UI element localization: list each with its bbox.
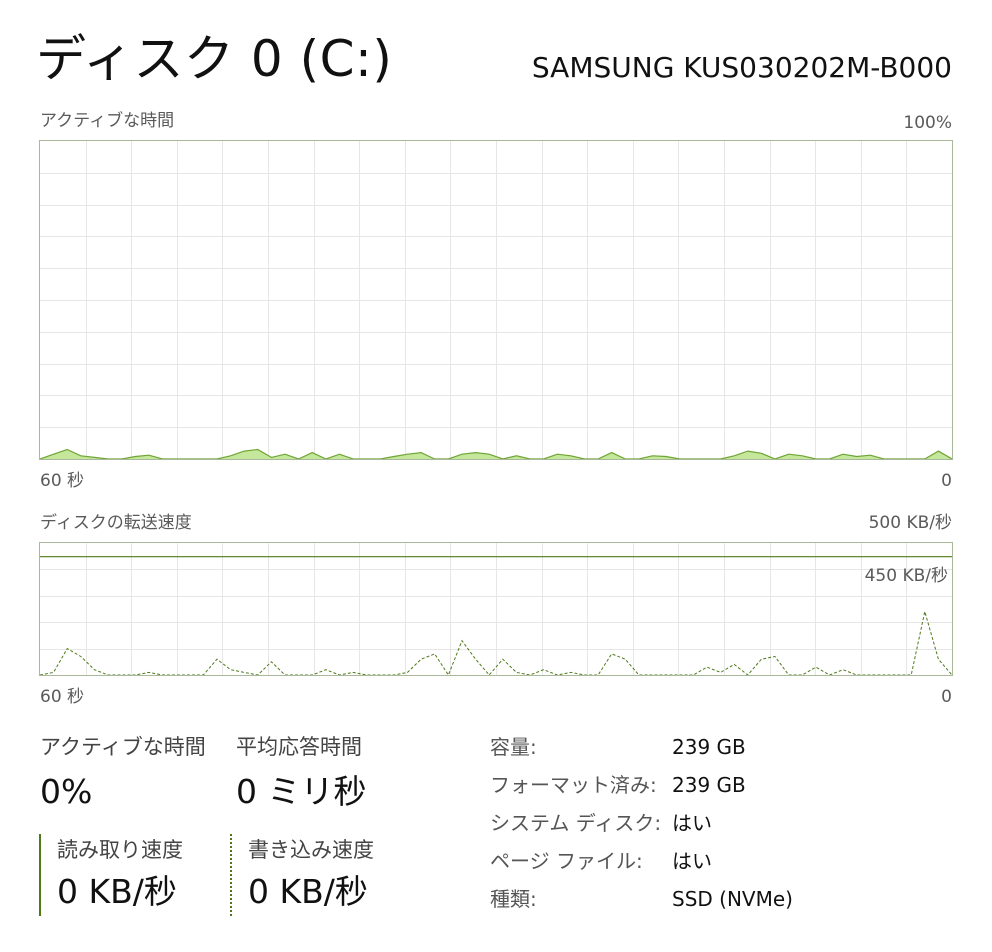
active-time-graph: [40, 141, 952, 459]
property-value-page-file: はい: [672, 849, 712, 873]
transfer-chart-max: 500 KB/秒: [868, 513, 952, 533]
read-speed-value: 0 KB/秒: [57, 872, 177, 911]
transfer-chart[interactable]: [39, 542, 953, 676]
property-value-formatted: 239 GB: [672, 773, 746, 797]
active-time-stat-value: 0%: [40, 772, 93, 811]
active-time-chart-time-left: 60 秒: [40, 471, 85, 491]
write-speed-label: 書き込み速度: [248, 838, 374, 862]
property-value-system-disk: はい: [672, 811, 712, 835]
property-value-type: SSD (NVMe): [672, 887, 793, 911]
property-label-type: 種類:: [490, 887, 537, 911]
disk-title: ディスク 0 (C:): [36, 30, 393, 88]
avg-response-stat-label: 平均応答時間: [236, 735, 362, 759]
property-label-page-file: ページ ファイル:: [490, 849, 643, 873]
avg-response-stat-value: 0 ミリ秒: [236, 772, 367, 811]
property-label-formatted: フォーマット済み:: [490, 773, 657, 797]
property-label-capacity: 容量:: [490, 735, 537, 759]
active-time-chart[interactable]: [39, 140, 953, 460]
property-label-system-disk: システム ディスク:: [490, 811, 662, 835]
read-speed-block: 読み取り速度 0 KB/秒: [39, 834, 221, 916]
transfer-chart-time-left: 60 秒: [40, 687, 85, 707]
active-time-stat-label: アクティブな時間: [40, 735, 206, 759]
transfer-chart-time-right: 0: [941, 687, 952, 707]
write-speed-block: 書き込み速度 0 KB/秒: [230, 834, 432, 916]
transfer-chart-label: ディスクの転送速度: [40, 513, 192, 533]
disk-model: SAMSUNG KUS030202M-B000: [531, 51, 952, 84]
write-speed-value: 0 KB/秒: [248, 872, 368, 911]
transfer-graph: [40, 543, 952, 675]
read-speed-label: 読み取り速度: [57, 838, 183, 862]
transfer-chart-line-label: 450 KB/秒: [864, 566, 948, 586]
active-time-chart-max: 100%: [903, 113, 952, 133]
active-time-chart-label: アクティブな時間: [40, 111, 175, 131]
active-time-chart-time-right: 0: [941, 471, 952, 491]
property-value-capacity: 239 GB: [672, 735, 746, 759]
